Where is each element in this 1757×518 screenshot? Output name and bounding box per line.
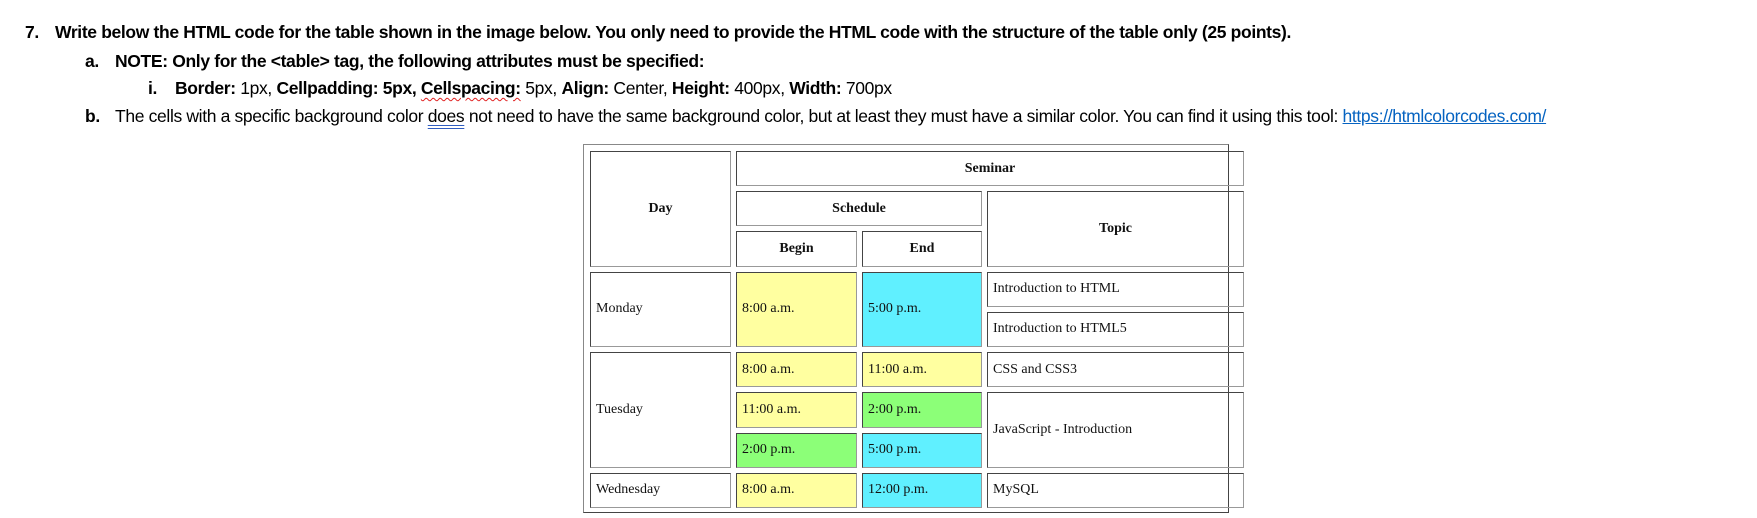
cell-topic: Introduction to HTML5 xyxy=(987,311,1245,348)
schedule-table-frame: Day Seminar Schedule Topic Begin End Mon… xyxy=(583,144,1245,513)
cellpadding-label: Cellpadding: 5px, xyxy=(276,78,421,98)
cell-topic: Introduction to HTML xyxy=(987,271,1245,307)
header-begin: Begin xyxy=(736,231,857,267)
cell-begin: 8:00 a.m. xyxy=(736,352,857,388)
border-value: 1px, xyxy=(235,78,277,98)
question-number: 7. xyxy=(25,22,39,42)
schedule-table: Day Seminar Schedule Topic Begin End Mon… xyxy=(585,146,1249,513)
table-row-wednesday: Wednesday 8:00 a.m. 12:00 p.m. MySQL xyxy=(590,472,1245,508)
height-label: Height: xyxy=(671,78,730,98)
grammar-flagged-word: does xyxy=(427,106,465,126)
instruction-b-text: The cells with a specific background col… xyxy=(115,105,1546,127)
cell-day-monday: Monday xyxy=(590,271,731,348)
htmlcolorcodes-link[interactable]: https://htmlcolorcodes.com/ xyxy=(1343,106,1547,126)
header-day: Day xyxy=(590,151,731,267)
cell-begin: 2:00 p.m. xyxy=(736,432,857,468)
instruction-a-text: NOTE: Only for the <table> tag, the foll… xyxy=(115,51,705,71)
cellspacing-label: Cellspacing: xyxy=(420,78,521,98)
table-row-tuesday: Tuesday 8:00 a.m. 11:00 a.m. CSS and CSS… xyxy=(590,352,1245,468)
cell-day-wednesday: Wednesday xyxy=(590,472,731,508)
table-row-monday: Monday 8:00 a.m. 5:00 p.m. Introduction … xyxy=(590,271,1245,348)
instruction-b-marker: b. xyxy=(85,106,100,126)
width-label: Width: xyxy=(789,78,842,98)
cell-begin: 8:00 a.m. xyxy=(736,271,857,348)
header-schedule: Schedule xyxy=(736,191,982,227)
cell-end: 11:00 a.m. xyxy=(862,352,982,388)
cell-topic: JavaScript - Introduction xyxy=(987,392,1245,468)
cell-begin: 8:00 a.m. xyxy=(736,472,857,508)
align-value: Center, xyxy=(608,78,672,98)
align-label: Align: xyxy=(561,78,609,98)
cell-end: 5:00 p.m. xyxy=(862,271,982,348)
cell-day-tuesday: Tuesday xyxy=(590,352,731,468)
width-value: 700px xyxy=(841,78,892,98)
height-value: 400px, xyxy=(729,78,790,98)
cellspacing-value: 5px, xyxy=(520,78,562,98)
instruction-i-text: Border: 1px, Cellpadding: 5px, Cellspaci… xyxy=(175,77,892,99)
instruction-b-text-1: The cells with a specific background col… xyxy=(115,106,428,126)
instruction-b-text-2: not need to have the same background col… xyxy=(464,106,1343,126)
cell-topic: CSS and CSS3 xyxy=(987,352,1245,388)
header-topic: Topic xyxy=(987,191,1245,267)
instruction-i-marker: i. xyxy=(148,78,158,98)
cell-end: 5:00 p.m. xyxy=(862,432,982,468)
header-seminar: Seminar xyxy=(736,151,1245,187)
cell-begin: 11:00 a.m. xyxy=(736,392,857,428)
instruction-a-marker: a. xyxy=(85,51,99,71)
cell-topic: MySQL xyxy=(987,472,1245,508)
cell-end: 12:00 p.m. xyxy=(862,472,982,508)
border-label: Border: xyxy=(175,78,236,98)
cell-end: 2:00 p.m. xyxy=(862,392,982,428)
question-text: Write below the HTML code for the table … xyxy=(55,22,1292,42)
header-end: End xyxy=(862,231,982,267)
